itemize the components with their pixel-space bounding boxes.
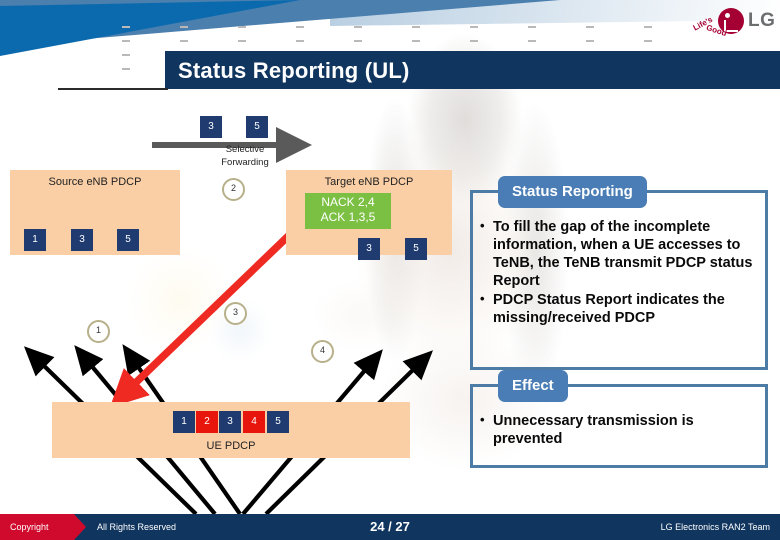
effect-panel-caption: Effect xyxy=(498,370,568,402)
slide-footer: Copyright All Rights Reserved 24 / 27 LG… xyxy=(0,514,780,540)
step-marker-4: 4 xyxy=(311,340,334,363)
selective-forwarding-label-line2: Forwarding xyxy=(221,157,269,168)
target-enb-pdcp-label: Target eNB PDCP xyxy=(324,176,414,188)
source-packet: 3 xyxy=(71,229,93,251)
effect-bullet: Unnecessary transmission is prevented xyxy=(478,412,762,448)
forwarding-packet: 3 xyxy=(200,116,222,138)
target-packet: 3 xyxy=(358,238,380,260)
selective-forwarding-label-line1: Selective xyxy=(225,144,265,155)
effect-panel: Effect Unnecessary transmission is preve… xyxy=(470,370,768,468)
header-triangle-dark xyxy=(0,0,300,56)
ue-packet: 5 xyxy=(267,411,289,433)
source-packet: 1 xyxy=(24,229,46,251)
status-reporting-bullet: To fill the gap of the incomplete inform… xyxy=(478,218,762,290)
step-marker-2: 2 xyxy=(222,178,245,201)
ack-line: ACK 1,3,5 xyxy=(320,210,376,224)
ue-packet: 1 xyxy=(173,411,195,433)
ue-packet-missing: 2 xyxy=(196,411,218,433)
pdcp-status-report-box: NACK 2,4 ACK 1,3,5 xyxy=(305,193,391,229)
target-packet: 5 xyxy=(405,238,427,260)
lg-wordmark: LG xyxy=(748,10,776,31)
status-reporting-panel-caption: Status Reporting xyxy=(498,176,647,208)
step-marker-1: 1 xyxy=(87,320,110,343)
forwarding-packet: 5 xyxy=(246,116,268,138)
ue-packet-missing: 4 xyxy=(243,411,265,433)
nack-line: NACK 2,4 xyxy=(321,195,375,209)
ue-pdcp-label: UE PDCP xyxy=(206,440,256,452)
slide-canvas: LG Life's Good Status Reporting (UL) 3 5… xyxy=(0,0,780,540)
lg-logo: LG Life's Good xyxy=(692,4,778,48)
source-enb-pdcp-label: Source eNB PDCP xyxy=(48,176,142,188)
status-reporting-panel: Status Reporting To fill the gap of the … xyxy=(470,176,768,370)
footer-team-label: LG Electronics RAN2 Team xyxy=(660,522,770,532)
title-underline xyxy=(58,88,168,90)
status-reporting-bullet: PDCP Status Report indicates the missing… xyxy=(478,290,762,327)
page-title: Status Reporting (UL) xyxy=(178,58,410,83)
effect-panel-body: Unnecessary transmission is prevented xyxy=(478,412,762,466)
step-marker-3: 3 xyxy=(224,302,247,325)
source-packet: 5 xyxy=(117,229,139,251)
status-reporting-panel-body: To fill the gap of the incomplete inform… xyxy=(478,218,762,368)
ue-packet: 3 xyxy=(219,411,241,433)
